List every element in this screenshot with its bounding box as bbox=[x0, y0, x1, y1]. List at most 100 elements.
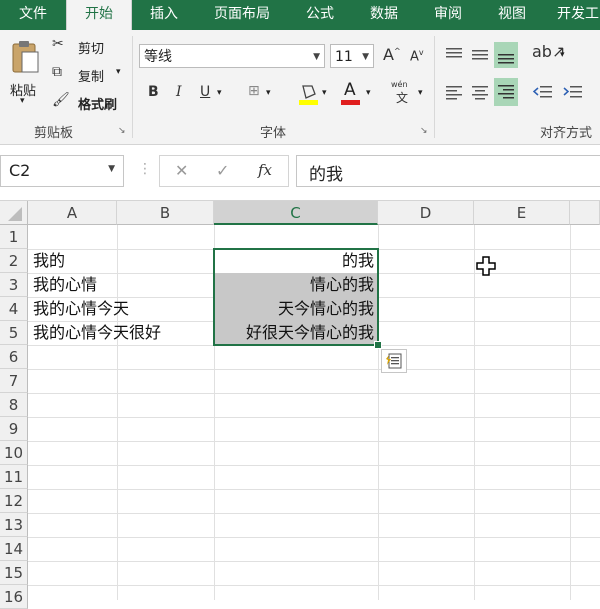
cell-a4[interactable]: 我的心情今天 bbox=[33, 297, 129, 321]
clipboard-launcher-icon[interactable]: ↘ bbox=[118, 126, 126, 136]
tab-data[interactable]: 数据 bbox=[356, 0, 412, 30]
fill-dropdown-icon[interactable]: ▾ bbox=[322, 88, 327, 98]
tab-page-layout[interactable]: 页面布局 bbox=[200, 0, 284, 30]
tab-review[interactable]: 审阅 bbox=[420, 0, 476, 30]
align-top-icon[interactable] bbox=[444, 44, 464, 64]
align-right-button[interactable] bbox=[494, 78, 518, 106]
phonetic-icon[interactable]: wén 文 bbox=[390, 80, 416, 110]
row-header[interactable]: 14 bbox=[0, 537, 28, 561]
column-header-a[interactable]: A bbox=[28, 201, 117, 225]
row-header[interactable]: 3 bbox=[0, 273, 28, 297]
fill-color-icon[interactable] bbox=[298, 82, 320, 106]
row-header[interactable]: 6 bbox=[0, 345, 28, 369]
tab-developer[interactable]: 开发工 bbox=[548, 0, 600, 30]
group-separator bbox=[434, 36, 435, 138]
cancel-icon[interactable]: ✕ bbox=[175, 161, 188, 180]
font-color-icon[interactable]: A bbox=[340, 80, 362, 106]
font-name-value: 等线 bbox=[144, 49, 172, 65]
cell-a3[interactable]: 我的心情 bbox=[33, 273, 97, 297]
format-painter-button[interactable]: 格式刷 bbox=[78, 94, 117, 113]
cell-a2[interactable]: 我的 bbox=[33, 249, 65, 273]
row-header[interactable]: 11 bbox=[0, 465, 28, 489]
flash-fill-icon bbox=[386, 353, 402, 369]
tab-formulas[interactable]: 公式 bbox=[292, 0, 348, 30]
column-header-blank[interactable] bbox=[570, 201, 600, 225]
flash-fill-options-button[interactable] bbox=[381, 349, 407, 373]
row-header[interactable]: 16 bbox=[0, 585, 28, 609]
row-header[interactable]: 9 bbox=[0, 417, 28, 441]
font-color-dropdown-icon[interactable]: ▾ bbox=[366, 88, 371, 98]
align-middle-icon[interactable] bbox=[470, 44, 490, 64]
underline-button[interactable]: U bbox=[200, 84, 210, 100]
tab-insert[interactable]: 插入 bbox=[134, 0, 194, 30]
border-icon[interactable]: ⊞ bbox=[248, 83, 260, 99]
row-header[interactable]: 13 bbox=[0, 513, 28, 537]
tab-file[interactable]: 文件 bbox=[0, 0, 66, 30]
row-header[interactable]: 7 bbox=[0, 369, 28, 393]
align-center-icon[interactable] bbox=[470, 82, 490, 102]
selection-border bbox=[213, 248, 379, 346]
group-separator bbox=[132, 36, 133, 138]
fill-handle[interactable] bbox=[374, 341, 382, 349]
shrink-font-button[interactable]: Av bbox=[410, 48, 424, 64]
column-header-b[interactable]: B bbox=[117, 201, 214, 225]
copy-icon[interactable]: ⧉ bbox=[52, 64, 62, 80]
chevron-down-icon: ▼ bbox=[108, 164, 115, 174]
format-painter-icon[interactable]: 🖌 bbox=[52, 92, 70, 108]
row-header[interactable]: 10 bbox=[0, 441, 28, 465]
align-left-icon[interactable] bbox=[444, 82, 464, 102]
row-header[interactable]: 15 bbox=[0, 561, 28, 585]
phonetic-dropdown-icon[interactable]: ▾ bbox=[418, 88, 423, 98]
decrease-indent-icon[interactable] bbox=[532, 82, 554, 102]
grid-line bbox=[28, 513, 600, 514]
row-header[interactable]: 12 bbox=[0, 489, 28, 513]
row-header[interactable]: 2 bbox=[0, 249, 28, 273]
font-group-label: 字体 bbox=[260, 126, 287, 141]
cut-button[interactable]: 剪切 bbox=[78, 38, 104, 57]
ribbon: 粘贴 ▾ ✂ 剪切 ⧉ 复制 ▾ 🖌 格式刷 剪贴板 ↘ 等线 ▼ 11 ▼ A… bbox=[0, 30, 600, 145]
grid-line bbox=[474, 225, 475, 600]
tab-view[interactable]: 视图 bbox=[484, 0, 540, 30]
grid-line bbox=[28, 561, 600, 562]
copy-dropdown-icon[interactable]: ▾ bbox=[116, 67, 121, 77]
bold-button[interactable]: B bbox=[148, 84, 159, 100]
orientation-dropdown-icon[interactable]: ▾ bbox=[560, 50, 565, 60]
grow-font-button[interactable]: A^ bbox=[383, 45, 401, 64]
row-header[interactable]: 8 bbox=[0, 393, 28, 417]
paste-icon[interactable] bbox=[8, 38, 42, 78]
enter-icon[interactable]: ✓ bbox=[216, 161, 229, 180]
ribbon-tab-bar: 文件 开始 插入 页面布局 公式 数据 审阅 视图 开发工 bbox=[0, 0, 600, 30]
alignment-group-label: 对齐方式 bbox=[540, 126, 593, 141]
align-bottom-button[interactable] bbox=[494, 42, 518, 68]
font-launcher-icon[interactable]: ↘ bbox=[420, 126, 428, 136]
cell-a5[interactable]: 我的心情今天很好 bbox=[33, 321, 161, 345]
name-box[interactable]: C2 ▼ bbox=[0, 155, 124, 187]
formula-input[interactable]: 的我 bbox=[296, 155, 600, 187]
font-size-select[interactable]: 11 ▼ bbox=[330, 44, 374, 68]
grid-line bbox=[28, 441, 600, 442]
formula-buttons: ✕ ✓ fx bbox=[159, 155, 289, 187]
column-header-c[interactable]: C bbox=[214, 201, 378, 225]
name-box-value: C2 bbox=[9, 161, 31, 180]
tab-home[interactable]: 开始 bbox=[66, 0, 132, 30]
font-size-value: 11 bbox=[335, 49, 353, 65]
underline-dropdown-icon[interactable]: ▾ bbox=[217, 88, 222, 98]
paste-dropdown-icon[interactable]: ▾ bbox=[20, 96, 25, 106]
grid-line bbox=[28, 489, 600, 490]
insert-function-icon[interactable]: fx bbox=[258, 161, 272, 179]
scissors-icon[interactable]: ✂ bbox=[52, 36, 64, 52]
chevron-down-icon: ▼ bbox=[362, 52, 369, 62]
more-dots-icon: ⋮ bbox=[138, 161, 152, 177]
row-header[interactable]: 1 bbox=[0, 225, 28, 249]
border-dropdown-icon[interactable]: ▾ bbox=[266, 88, 271, 98]
row-header[interactable]: 5 bbox=[0, 321, 28, 345]
copy-button[interactable]: 复制 bbox=[78, 66, 104, 85]
column-header-e[interactable]: E bbox=[474, 201, 570, 225]
increase-indent-icon[interactable] bbox=[562, 82, 584, 102]
font-name-select[interactable]: 等线 ▼ bbox=[139, 44, 325, 68]
italic-button[interactable]: I bbox=[176, 84, 182, 100]
column-header-d[interactable]: D bbox=[378, 201, 474, 225]
select-all-corner[interactable] bbox=[0, 201, 28, 225]
grid-line bbox=[28, 465, 600, 466]
row-header[interactable]: 4 bbox=[0, 297, 28, 321]
